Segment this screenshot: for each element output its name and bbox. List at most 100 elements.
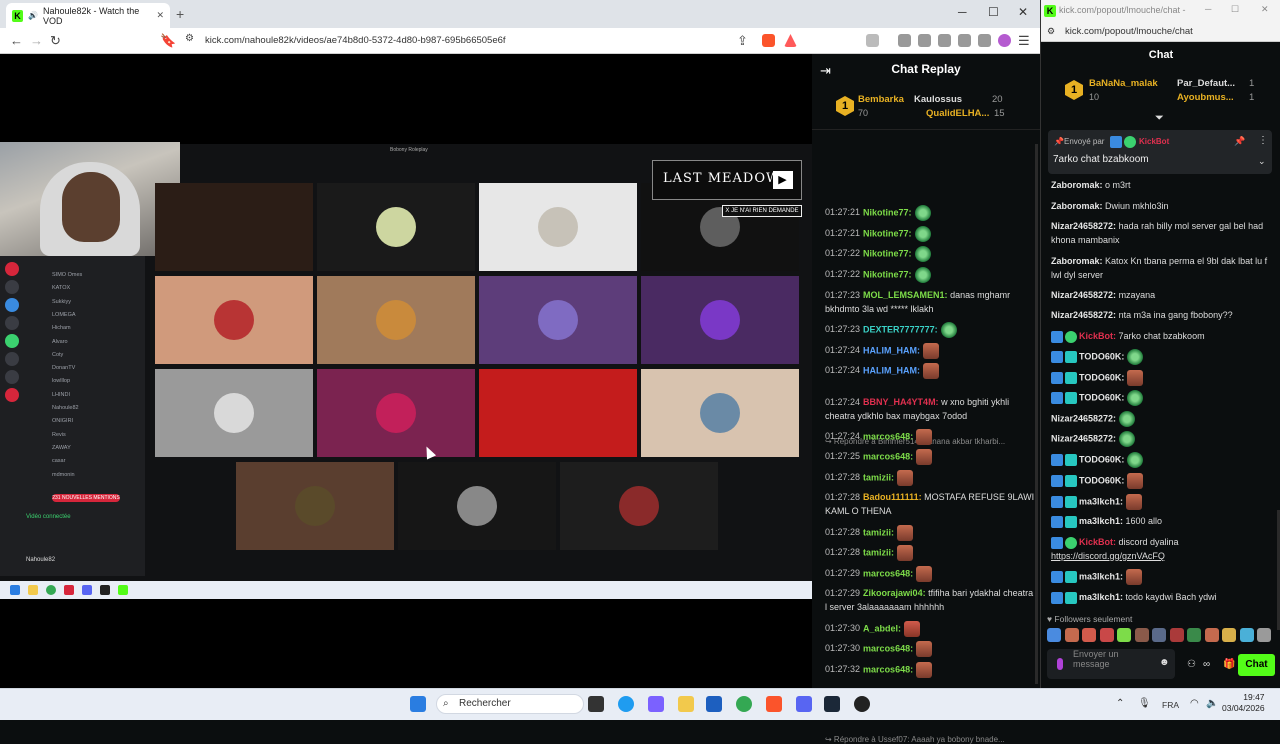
wifi-icon[interactable]: ◠ [1190, 698, 1199, 709]
message-username[interactable]: ma3lkch1: [1079, 516, 1123, 526]
quick-emote-icon[interactable] [1117, 628, 1131, 642]
quick-emote-icon[interactable] [1257, 628, 1271, 642]
voice-channel-user[interactable]: Nahoule82 [52, 405, 79, 411]
voice-channel-user[interactable]: lowlllop [52, 378, 70, 384]
loop-icon[interactable]: ∞ [1203, 659, 1210, 670]
quick-emote-icon[interactable] [1099, 628, 1114, 642]
share-icon[interactable]: ⇪ [737, 33, 748, 49]
message-username[interactable]: A_abdel: [863, 623, 901, 633]
popout-url[interactable]: kick.com/popout/lmouche/chat [1065, 26, 1193, 37]
language-indicator[interactable]: FRA [1162, 700, 1179, 710]
participant-tile[interactable] [236, 462, 394, 550]
close-window-icon[interactable]: ✕ [1261, 4, 1269, 15]
participant-tile[interactable] [155, 369, 313, 457]
quick-emote-icon[interactable] [1222, 628, 1236, 642]
message-username[interactable]: Badou111111: [863, 492, 922, 502]
message-username[interactable]: BBNY_HA4YT4M: [863, 397, 939, 407]
message-username[interactable]: HALIM_HAM: [863, 345, 920, 355]
reload-icon[interactable]: ↻ [50, 33, 61, 49]
voice-channel-user[interactable]: DonanTV [52, 365, 75, 371]
message-username[interactable]: Nizar24658272: [1051, 433, 1116, 443]
message-username[interactable]: Nizar24658272: [1051, 310, 1116, 320]
quick-emote-icon[interactable] [1082, 628, 1096, 642]
quick-emote-icon[interactable] [1169, 628, 1184, 642]
voice-channel-user[interactable]: Alvaro [52, 339, 68, 345]
participant-tile[interactable] [317, 369, 475, 457]
server-icon[interactable] [5, 280, 19, 294]
new-tab-button[interactable]: + [176, 6, 184, 22]
message-username[interactable]: Zaboromak: [1051, 180, 1103, 190]
pinned-message[interactable]: 📌 Envoyé par KickBot 📌 ⋮ 7arko chat bzab… [1048, 130, 1272, 174]
message-username[interactable]: Nizar24658272: [1051, 221, 1116, 231]
voice-channel-user[interactable]: LOMEGA [52, 312, 76, 318]
leader-name[interactable]: BaNaNa_malak [1089, 78, 1158, 89]
message-username[interactable]: TODO60K: [1079, 392, 1124, 402]
mic-icon[interactable] [1057, 658, 1063, 670]
voice-channel-user[interactable]: Coty [52, 352, 63, 358]
tab-vod[interactable]: K 🔊 Nahoule82k - Watch the VOD ✕ [6, 3, 170, 28]
message-username[interactable]: TODO60K: [1079, 372, 1124, 382]
server-icon[interactable] [5, 316, 19, 330]
quick-emote-icon[interactable] [1152, 628, 1166, 642]
scrollbar[interactable] [1035, 144, 1038, 684]
voice-channel-user[interactable]: casar [52, 458, 65, 464]
leader-name[interactable]: Bembarka [858, 94, 904, 105]
vpn-icon[interactable] [978, 34, 991, 47]
message-username[interactable]: Nikotine77: [863, 269, 912, 279]
gift-icon[interactable]: 🎁 [1223, 659, 1235, 670]
message-username[interactable]: tamizii: [863, 472, 894, 482]
message-username[interactable]: Zaboromak: [1051, 256, 1103, 266]
microphone-icon[interactable]: 🎙 [1138, 698, 1151, 709]
voice-channel-user[interactable]: mdmonin [52, 472, 75, 478]
leader-name[interactable]: Ayoubmus... [1177, 92, 1234, 103]
message-username[interactable]: Nizar24658272: [1051, 413, 1116, 423]
message-username[interactable]: HALIM_HAM: [863, 365, 920, 375]
chevron-down-icon[interactable]: ⌄ [1258, 156, 1266, 167]
back-icon[interactable]: ← [10, 33, 23, 48]
pinned-user[interactable]: KickBot [1139, 137, 1169, 146]
site-info-icon[interactable]: ⚙ [185, 33, 194, 44]
discord-icon[interactable] [796, 696, 812, 712]
message-username[interactable]: ma3lkch1: [1079, 571, 1123, 581]
leader-name[interactable]: QualidELHA... [926, 108, 989, 119]
server-icon[interactable] [5, 388, 19, 402]
quick-emote-icon[interactable] [1204, 628, 1219, 642]
message-username[interactable]: Zikoorajawi04: [863, 588, 926, 598]
bookmark-icon[interactable]: 🔖 [160, 33, 176, 49]
message-username[interactable]: ma3lkch1: [1079, 496, 1123, 506]
quick-emote-icon[interactable] [1134, 628, 1149, 642]
volume-icon[interactable]: 🔈 [1206, 698, 1218, 709]
more-options-icon[interactable]: ⋮ [1258, 135, 1268, 146]
server-icon[interactable] [5, 262, 19, 276]
message-username[interactable]: Nizar24658272: [1051, 290, 1116, 300]
message-username[interactable]: Nikotine77: [863, 248, 912, 258]
audio-icon[interactable]: 🔊 [28, 11, 38, 20]
start-icon[interactable] [410, 696, 426, 712]
message-username[interactable]: TODO60K: [1079, 351, 1124, 361]
participant-tile[interactable] [398, 462, 556, 550]
extension-icon[interactable] [866, 34, 879, 47]
participant-tile[interactable] [317, 276, 475, 364]
ai-icon[interactable] [958, 34, 971, 47]
server-icon[interactable] [5, 298, 19, 312]
brave-rewards-icon[interactable] [784, 34, 797, 47]
quick-emote-icon[interactable] [1239, 628, 1254, 642]
voice-channel-user[interactable]: ZAWAY [52, 445, 71, 451]
brave-shield-icon[interactable] [762, 34, 775, 47]
unpin-icon[interactable]: 📌 [1234, 136, 1245, 147]
participant-tile[interactable] [479, 276, 637, 364]
emoji-icon[interactable]: ☻ [1159, 657, 1170, 668]
quick-emote-icon[interactable] [1187, 628, 1201, 642]
profile-icon[interactable] [998, 34, 1011, 47]
maximize-icon[interactable]: ☐ [988, 5, 999, 19]
edge-icon[interactable] [618, 696, 634, 712]
maximize-icon[interactable]: ☐ [1231, 4, 1239, 15]
close-tab-icon[interactable]: ✕ [156, 10, 164, 21]
participant-tile[interactable] [317, 183, 475, 271]
quick-emote-icon[interactable] [1047, 628, 1061, 642]
participant-tile[interactable] [560, 462, 718, 550]
message-username[interactable]: KickBot: [1079, 331, 1116, 341]
message-username[interactable]: Nikotine77: [863, 228, 912, 238]
media-icon[interactable] [898, 34, 911, 47]
forward-icon[interactable]: → [30, 33, 43, 48]
